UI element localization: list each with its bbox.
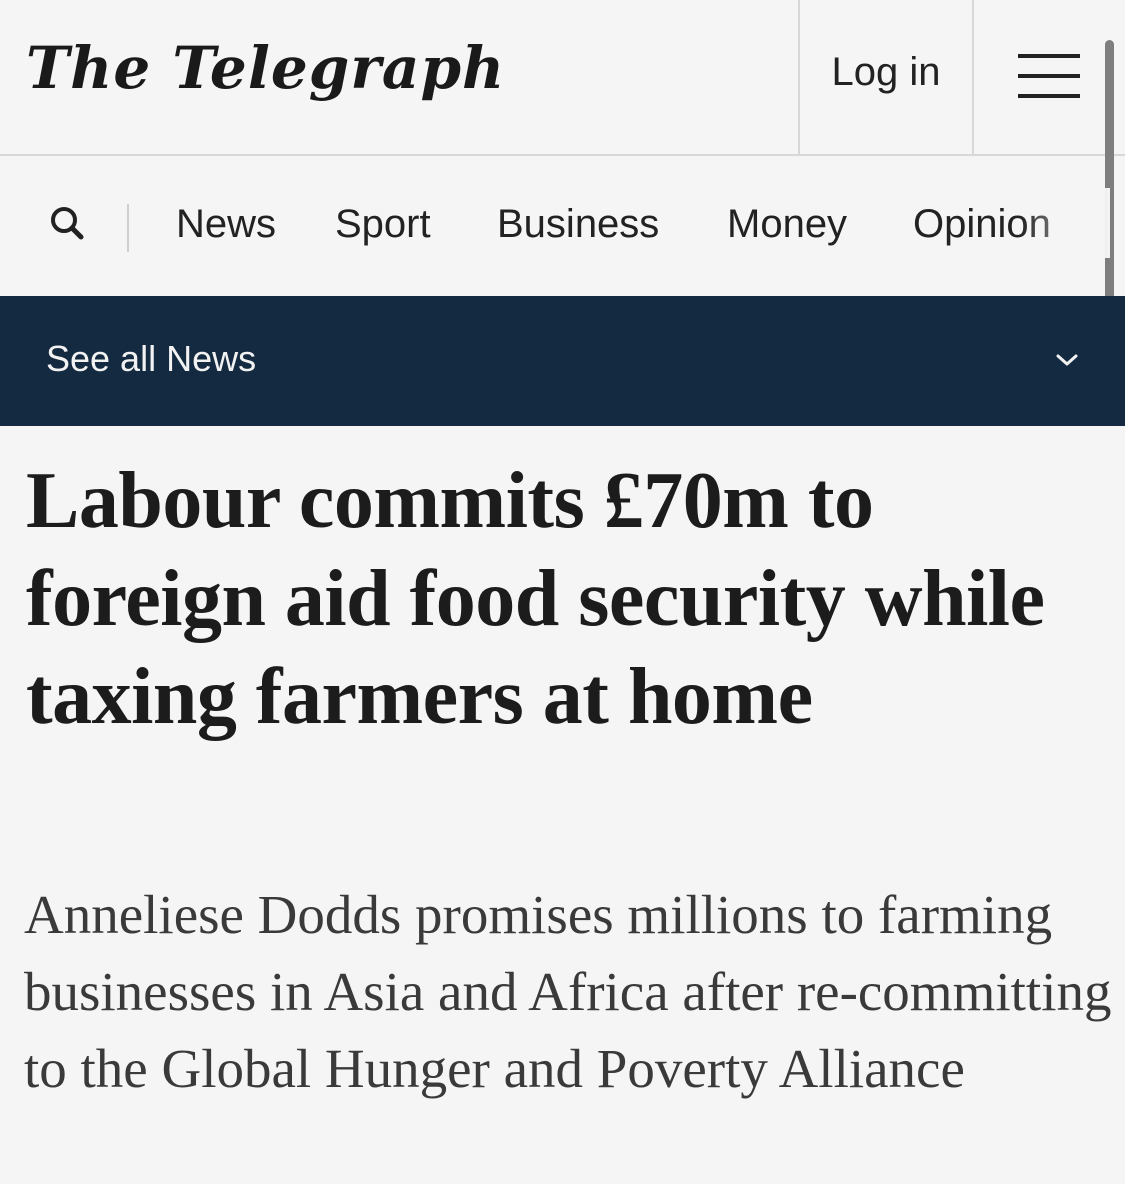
nav-item-news[interactable]: News	[176, 196, 276, 252]
nav-item-sport[interactable]: Sport	[335, 196, 431, 252]
chevron-down-icon[interactable]	[1052, 348, 1082, 372]
section-dropdown-label: See all News	[46, 338, 257, 379]
masthead: The Telegraph Log in	[0, 0, 1125, 156]
hamburger-menu-icon[interactable]	[1018, 54, 1080, 98]
article-standfirst: Anneliese Dodds promises millions to far…	[24, 884, 1112, 1099]
login-button[interactable]: Log in	[800, 0, 972, 154]
section-dropdown[interactable]: See all News	[0, 296, 1125, 426]
nav-item-business[interactable]: Business	[497, 196, 659, 252]
primary-nav: News Sport Business Money Opinion	[0, 158, 1110, 296]
telegraph-logo[interactable]: The Telegraph	[26, 28, 505, 108]
header-divider	[972, 0, 974, 156]
article-headline: Labour commits £70m to foreign aid food …	[26, 457, 1045, 741]
search-icon[interactable]	[48, 204, 88, 244]
nav-overflow-fade	[1020, 188, 1110, 258]
nav-item-money[interactable]: Money	[727, 196, 847, 252]
nav-divider	[127, 204, 129, 252]
